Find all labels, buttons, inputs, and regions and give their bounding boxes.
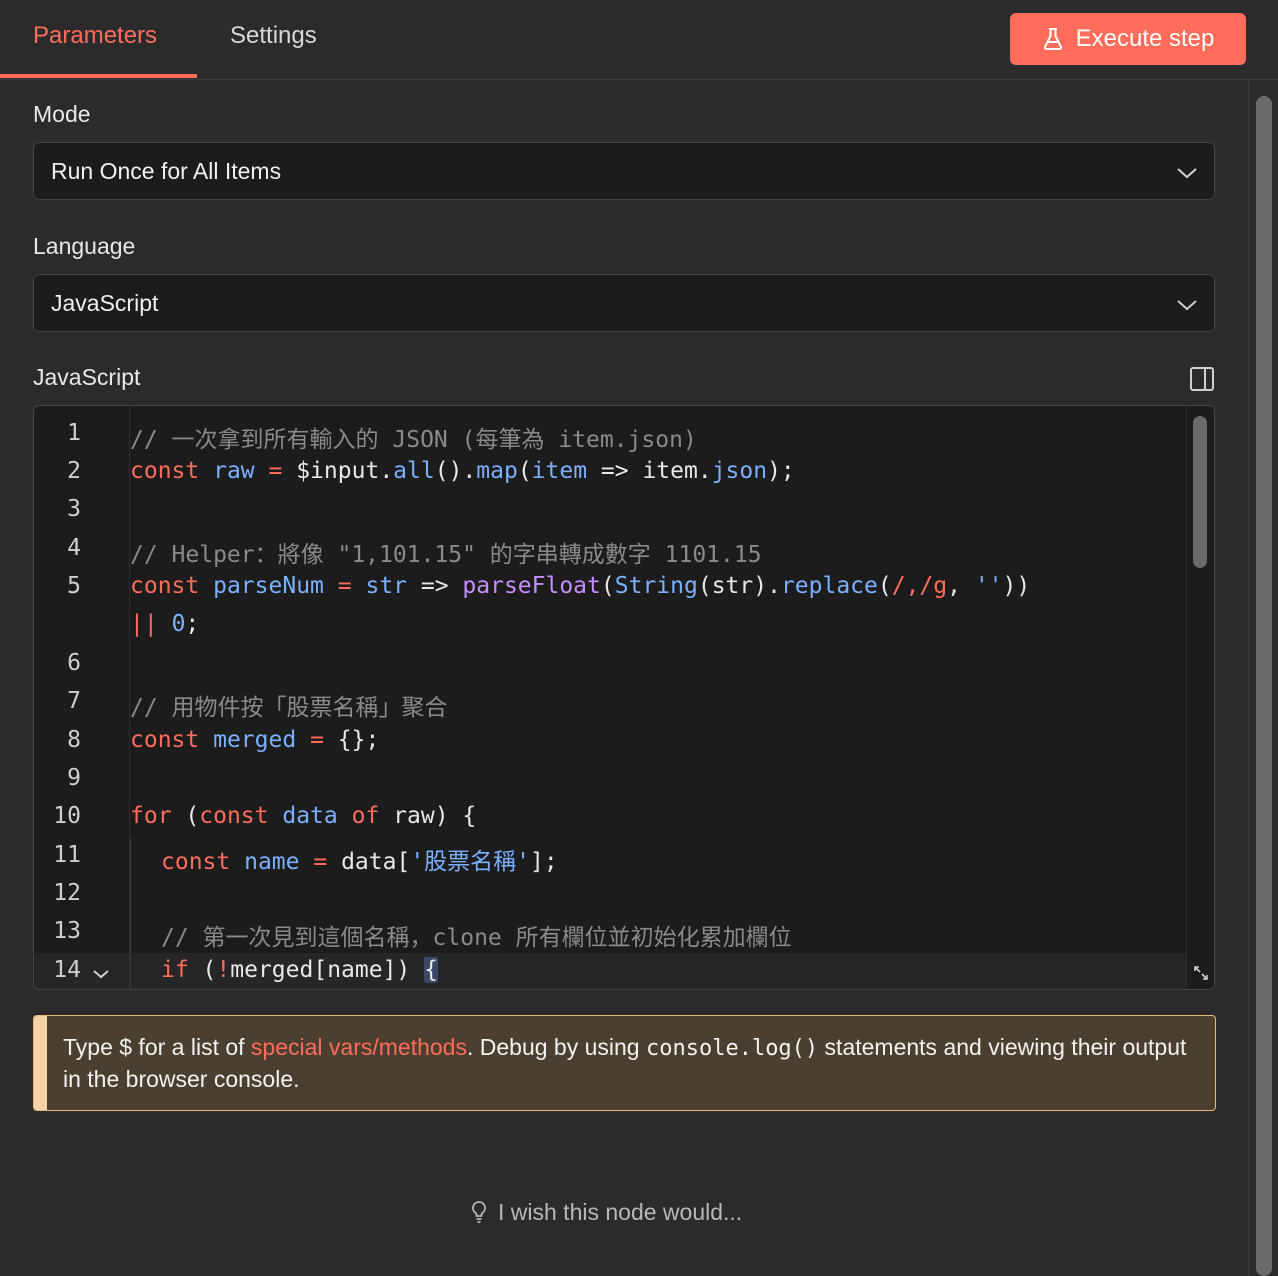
code-line-8: const merged = {}; [130,727,380,753]
flask-icon [1043,28,1062,50]
expand-editor-icon[interactable] [1186,956,1214,989]
line-number: 11 [53,842,81,868]
notice-text: Type $ for a list of special vars/method… [63,1034,1187,1092]
code-line-14: if (!merged[name]) { [161,957,438,983]
line-number: 4 [67,535,81,561]
mode-select[interactable]: Run Once for All Items [33,142,1215,200]
line-number: 10 [53,803,81,829]
page-scrollbar-thumb[interactable] [1256,96,1272,1276]
mode-select-value: Run Once for All Items [51,157,282,184]
line-number: 1 [67,420,81,446]
language-label: Language [33,233,136,259]
fold-chevron-icon[interactable] [92,967,110,981]
execute-step-button[interactable]: Execute step [1010,13,1246,65]
code-line-2: const raw = $input.all().map(item => ite… [130,458,795,484]
code-line-4: // Helper：將像 "1,101.15" 的字串轉成數字 1101.15 [130,542,762,568]
language-select-value: JavaScript [51,289,159,316]
code-line-5: const parseNum = str => parseFloat(Strin… [130,573,1031,599]
code-editor[interactable]: 1 2 3 4 5 6 7 8 9 10 11 12 13 14 // 一次拿到… [33,405,1215,990]
feedback-link[interactable]: I wish this node would... [470,1196,742,1228]
code-content[interactable]: // 一次拿到所有輸入的 JSON (每筆為 item.json) const … [130,406,1184,989]
feedback-label: I wish this node would... [498,1198,743,1225]
execute-step-label: Execute step [1075,25,1215,52]
line-number: 3 [67,496,81,522]
special-vars-link[interactable]: special vars/methods [251,1034,467,1060]
language-select[interactable]: JavaScript [33,274,1215,332]
chevron-down-icon [1177,300,1197,311]
tab-settings[interactable]: Settings [230,22,317,50]
code-line-7: // 用物件按「股票名稱」聚合 [130,695,448,721]
line-number: 2 [67,458,81,484]
mode-label: Mode [33,101,91,127]
line-number: 6 [67,650,81,676]
active-tab-indicator [0,74,197,78]
side-panel-icon[interactable] [1189,366,1215,392]
chevron-down-icon [1177,168,1197,179]
code-line-11: const name = data['股票名稱']; [161,849,558,875]
line-number: 7 [67,688,81,714]
line-number: 5 [67,573,81,599]
code-line-10: for (const data of raw) { [130,803,477,829]
code-label: JavaScript [33,364,141,390]
line-number-gutter: 1 2 3 4 5 6 7 8 9 10 11 12 13 14 [34,406,130,989]
line-number: 13 [53,918,81,944]
code-line-5-wrap: || 0; [130,611,200,637]
lightbulb-icon [472,1201,486,1223]
console-log-code: console.log() [645,1036,819,1061]
hint-notice: Type $ for a list of special vars/method… [33,1015,1216,1111]
line-number: 9 [67,765,81,791]
line-number: 12 [53,880,81,906]
editor-scrollbar-thumb[interactable] [1193,416,1207,568]
line-number: 8 [67,727,81,753]
notice-accent-bar [34,1016,47,1110]
code-line-1: // 一次拿到所有輸入的 JSON (每筆為 item.json) [130,427,697,453]
code-line-13: // 第一次見到這個名稱，clone 所有欄位並初始化累加欄位 [161,925,792,951]
tab-parameters[interactable]: Parameters [33,22,157,50]
